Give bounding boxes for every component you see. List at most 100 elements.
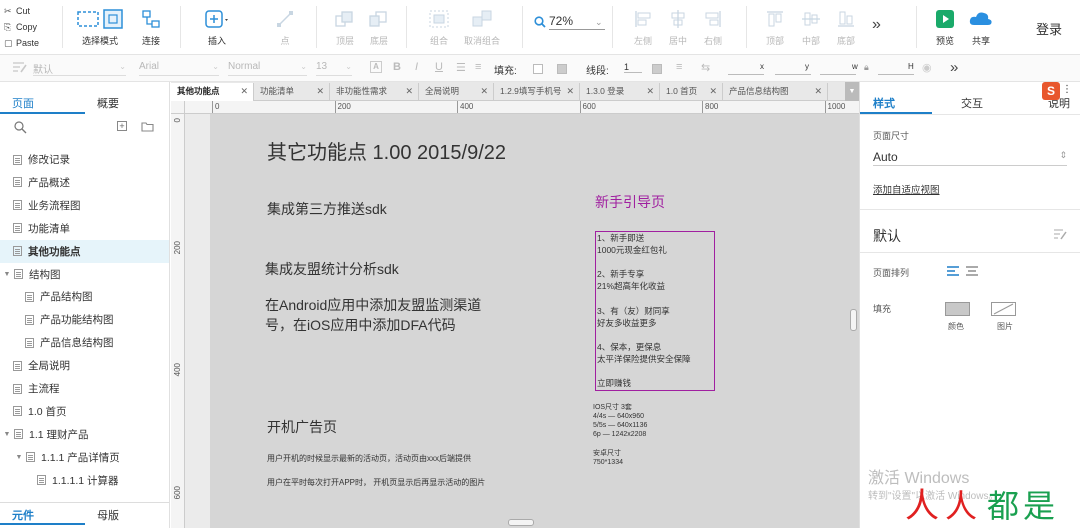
tab-masters[interactable]: 母版 — [97, 507, 119, 523]
cut-button[interactable]: ✂ Cut — [4, 3, 60, 19]
tab-interaction[interactable]: 交互 — [961, 95, 983, 111]
document-tab[interactable]: 非功能性需求 ✕ — [330, 83, 419, 101]
page-tree-item[interactable]: 1.1.1.1 计算器 — [0, 469, 169, 492]
page-tree-item[interactable]: 修改记录 — [0, 148, 169, 171]
expand-toggle-icon[interactable]: ▼ — [2, 271, 12, 278]
paste-button[interactable]: ▢ Paste — [4, 35, 60, 51]
sogou-ime-icon[interactable]: S — [1042, 82, 1060, 100]
ad-desc-line-2[interactable]: 用户在平时每次打开APP时， 开机页显示后再显示活动的图片 — [267, 477, 485, 488]
page-size-select[interactable]: Auto ⇕ — [873, 150, 1067, 166]
height-input[interactable] — [878, 74, 914, 75]
document-tab[interactable]: 1.3.0 登录 ✕ — [580, 83, 660, 101]
tab-style[interactable]: 样式 — [873, 95, 895, 111]
edit-style-icon[interactable] — [1053, 228, 1067, 243]
line-color-swatch[interactable] — [652, 64, 662, 74]
align-text-icon[interactable]: ≡ — [475, 61, 481, 73]
close-tab-icon[interactable]: ✕ — [240, 83, 248, 100]
fill-color-swatch[interactable] — [533, 64, 543, 74]
add-page-icon[interactable]: + — [117, 121, 127, 131]
page-tree-item[interactable]: 产品信息结构图 — [0, 331, 169, 354]
tab-outline[interactable]: 概要 — [97, 95, 119, 111]
fill-color-button[interactable] — [945, 302, 970, 316]
font-weight-select[interactable]: Normal ⌄ — [228, 61, 307, 76]
page-tree-item[interactable]: 功能清单 — [0, 217, 169, 240]
document-tab[interactable]: 1.2.9填写手机号 ✕ — [494, 83, 580, 101]
login-button[interactable]: 登录 — [1036, 19, 1062, 38]
italic-button[interactable]: I — [415, 61, 418, 73]
underline-button[interactable]: U — [435, 61, 443, 73]
style-select[interactable]: 默认 ⌄ — [33, 61, 126, 76]
close-tab-icon[interactable]: ✕ — [814, 83, 822, 100]
document-tab[interactable]: 其他功能点 ✕ — [171, 83, 254, 102]
vertical-scrollbar[interactable] — [850, 309, 857, 331]
document-tab[interactable]: 全局说明 ✕ — [419, 83, 494, 101]
add-folder-icon[interactable] — [141, 121, 154, 135]
umeng-sdk-text[interactable]: 集成友盟统计分析sdk — [265, 259, 399, 279]
channel-text-line-1[interactable]: 在Android应用中添加友盟监测渠道 — [265, 295, 481, 315]
guide-content-box[interactable]: 1、新手即送 1000元现金红包礼 2、新手专享 21%超高年化收益 3、有（友）财同享… — [595, 231, 715, 391]
add-adaptive-view-link[interactable]: 添加自适应视图 — [873, 182, 940, 196]
page-tree-item[interactable]: ▼ 1.1.1 产品详情页 — [0, 446, 169, 469]
close-tab-icon[interactable]: ✕ — [709, 83, 717, 100]
page-tree-item[interactable]: ▼ 结构图 — [0, 263, 169, 286]
group-button[interactable]: 组合 — [416, 8, 462, 47]
point-button[interactable]: 点 — [262, 8, 308, 47]
expand-toggle-icon[interactable]: ▼ — [2, 431, 12, 438]
push-sdk-text[interactable]: 集成第三方推送sdk — [267, 199, 387, 219]
close-tab-icon[interactable]: ✕ — [405, 83, 413, 100]
page-canvas[interactable]: 其它功能点 1.00 2015/9/22 集成第三方推送sdk 集成友盟统计分析… — [210, 114, 859, 528]
shadow-swatch[interactable] — [557, 64, 567, 74]
ungroup-button[interactable]: 取消组合 — [458, 8, 506, 47]
expand-toggle-icon[interactable]: ▼ — [14, 454, 24, 461]
arrow-style-icon[interactable]: ⇆ — [701, 61, 710, 74]
x-input[interactable] — [728, 74, 764, 75]
bullet-list-icon[interactable]: ☰ — [456, 61, 466, 74]
document-tab[interactable]: 产品信息结构图 ✕ — [723, 83, 828, 101]
close-tab-icon[interactable]: ✕ — [480, 83, 488, 100]
align-bottom-button[interactable]: 底部 — [823, 8, 869, 47]
line-width-input[interactable]: 1 — [624, 62, 642, 73]
more-format-button[interactable]: » — [950, 59, 958, 76]
page-tree-item[interactable]: 产品结构图 — [0, 285, 169, 308]
lock-icon[interactable]: 🔒︎ — [864, 62, 869, 73]
page-tree-item[interactable]: 主流程 — [0, 377, 169, 400]
connect-button[interactable]: 连接 — [128, 8, 174, 47]
page-tree-item[interactable]: 其他功能点 — [0, 239, 169, 263]
page-tree-item[interactable]: 产品功能结构图 — [0, 308, 169, 331]
channel-text-line-2[interactable]: 号，在iOS应用中添加DFA代码 — [265, 315, 456, 335]
search-icon[interactable] — [14, 121, 27, 137]
close-tab-icon[interactable]: ✕ — [566, 83, 574, 100]
width-input[interactable] — [820, 74, 856, 75]
canvas-title[interactable]: 其它功能点 1.00 2015/9/22 — [267, 136, 506, 165]
page-tree-item[interactable]: 全局说明 — [0, 354, 169, 377]
share-button[interactable]: 共享 — [958, 8, 1004, 47]
close-tab-icon[interactable]: ✕ — [316, 83, 324, 100]
page-tree-item[interactable]: 业务流程图 — [0, 194, 169, 217]
bold-button[interactable]: B — [393, 61, 401, 73]
select-mode-button[interactable]: 选择模式 — [76, 8, 124, 47]
zoom-control[interactable]: 72% ⌄ — [534, 14, 605, 30]
ad-page-title[interactable]: 开机广告页 — [267, 417, 337, 437]
horizontal-scrollbar[interactable] — [508, 519, 534, 526]
canvas-area[interactable]: 其它功能点 1.00 2015/9/22 集成第三方推送sdk 集成友盟统计分析… — [185, 114, 859, 528]
close-tab-icon[interactable]: ✕ — [646, 83, 654, 100]
line-style-icon[interactable]: ≡ — [676, 61, 682, 73]
more-vertical-icon[interactable]: ⋮ — [1062, 84, 1072, 95]
guide-page-title[interactable]: 新手引导页 — [595, 192, 665, 212]
tab-pages[interactable]: 页面 — [12, 95, 34, 111]
align-right-button[interactable]: 右侧 — [690, 8, 736, 47]
more-tools-button[interactable]: » — [872, 16, 881, 34]
document-tab[interactable]: 功能清单 ✕ — [254, 83, 330, 101]
ad-desc-line-1[interactable]: 用户开机的时候显示最新的活动页，活动页由xxx后端提供 — [267, 453, 471, 464]
page-tree-item[interactable]: 产品概述 — [0, 171, 169, 194]
tab-list-dropdown-icon[interactable]: ▼ — [845, 82, 859, 101]
page-tree-item[interactable]: 1.0 首页 — [0, 400, 169, 423]
y-input[interactable] — [775, 74, 811, 75]
tab-widgets[interactable]: 元件 — [12, 507, 34, 523]
font-select[interactable]: Arial ⌄ — [139, 61, 219, 76]
send-to-back-button[interactable]: 底层 — [356, 8, 402, 47]
fill-image-button[interactable] — [991, 302, 1016, 316]
align-center-icon[interactable] — [966, 266, 978, 279]
insert-button[interactable]: 插入 — [194, 8, 240, 47]
font-size-select[interactable]: 13 ⌄ — [316, 61, 352, 76]
